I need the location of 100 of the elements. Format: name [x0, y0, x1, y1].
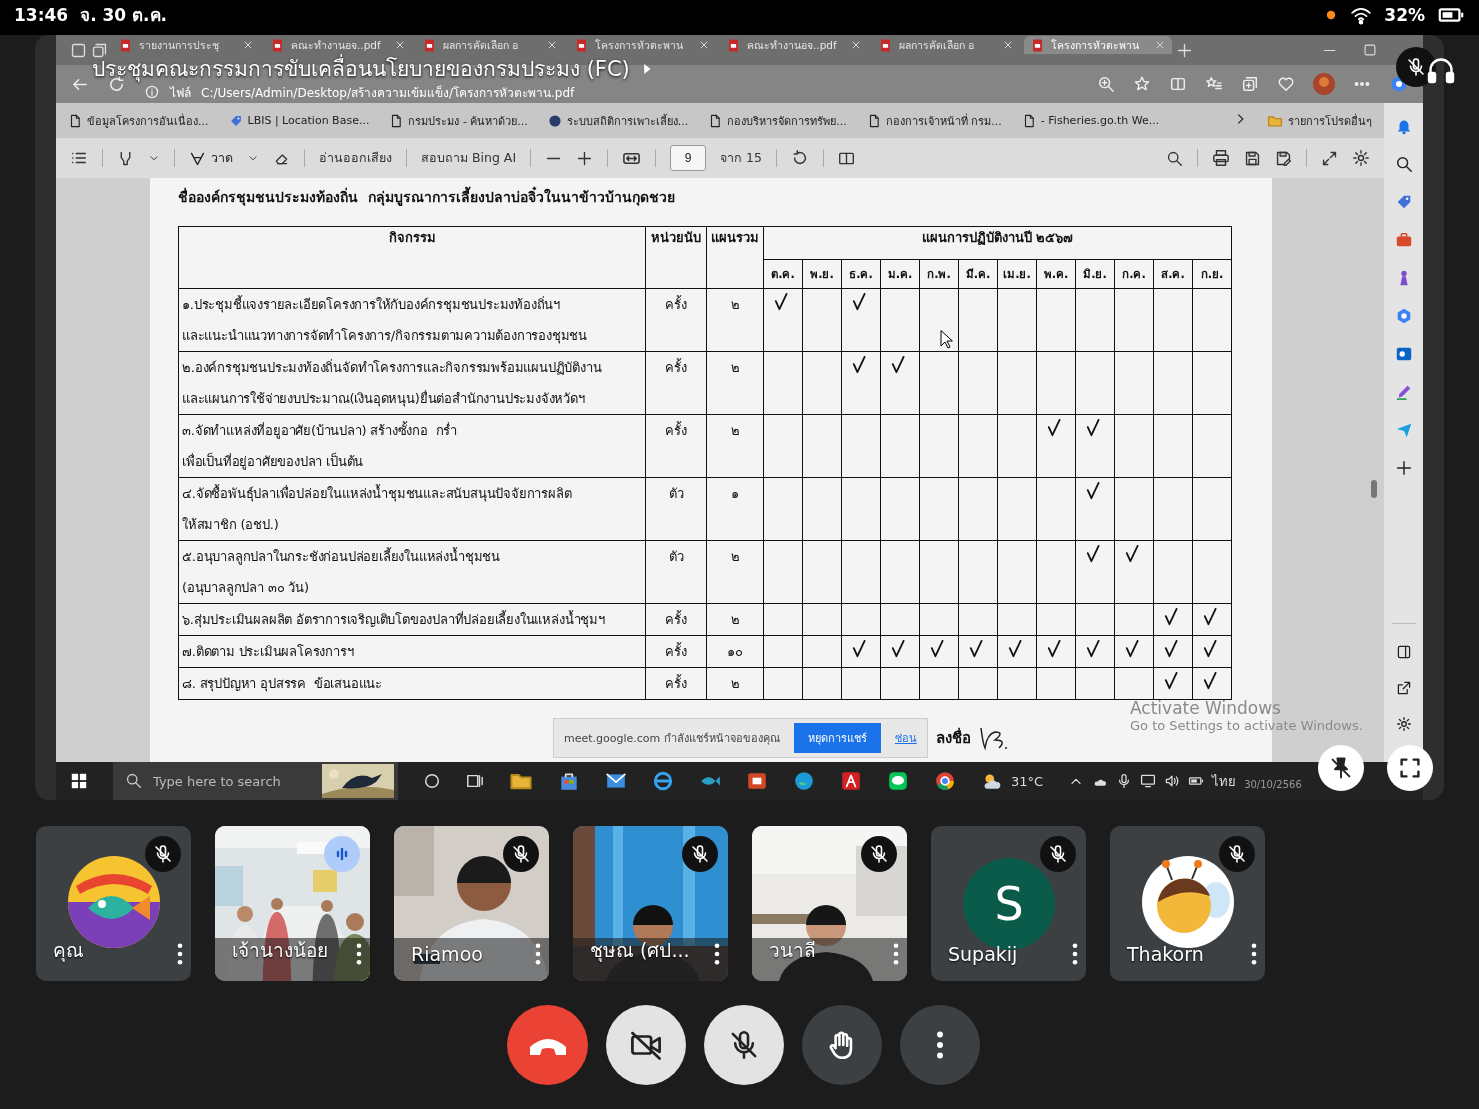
browser-tab[interactable]: ผลการคัดเลือก อ [872, 36, 1020, 54]
bookmark[interactable]: กรมประมง - ค้นหาด้วย... [389, 111, 528, 130]
browser-tab[interactable]: คณะทำงานอจ..pdf [264, 36, 412, 54]
participant-tile[interactable]: Riamoo [394, 826, 549, 981]
maximize-icon[interactable] [1363, 42, 1377, 57]
bookmark[interactable]: LBIS | Location Base... [228, 113, 370, 128]
external-link-icon[interactable] [1395, 680, 1412, 696]
acrobat-icon[interactable] [840, 770, 862, 792]
input-language[interactable]: ไทย [1212, 770, 1237, 792]
speaker-icon[interactable] [1164, 773, 1181, 789]
document-heading: ชื่อองค์กรชุมชนประมงท้องถิ่น กลุ่มบูรณาการเลี้ยงปลาบ่อจิ๋วในนาข้าวบ้านกุดชวย [178, 186, 1272, 212]
browser-tab[interactable]: ผลการคัดเลือก อ [416, 36, 564, 54]
pdf-file-icon [1030, 37, 1045, 53]
table-cell: ครั้ง [645, 288, 707, 352]
table-cell: ๑.ประชุมชี้แจงรายละเอียดโครงการให้กับองค์กรชุมชนประมงท้องถิ่นฯ และแนะนำแนวทางการจัดทำโครงการ/กิจกรรมตามความต้องการองชุมชน [178, 288, 646, 352]
table-cell: ๓.จัดทำแหล่งที่อยูอาศัย(บ้านปลา) สร้างซั้งกอ กร่ำ เพื่อเป็นที่อยู่อาศัยของปลา เป็นต้น [178, 414, 646, 478]
settings-icon[interactable] [1352, 149, 1370, 167]
more-options-icon[interactable] [356, 943, 362, 965]
bookmark[interactable]: กองการเจ้าหน้าที่ กรม... [866, 111, 1002, 130]
pdf-file-icon [270, 37, 285, 53]
bookmark[interactable]: กองบริหารจัดการทรัพย... [708, 111, 847, 130]
draw-button[interactable]: วาด [189, 148, 233, 168]
close-icon[interactable] [242, 39, 254, 51]
table-cell: ๔.จัดซื้อพันธุ์ปลาเพื่อปล่อยในแหล่งน้ำชุมชนและสนับสนุนปัจจัยการผลิต ให้สมาชิก (อชป.) [178, 477, 646, 541]
heart-icon[interactable] [1277, 75, 1295, 93]
rotate-icon[interactable] [791, 149, 809, 167]
fullscreen-icon[interactable] [1321, 149, 1338, 167]
pin-off-icon [1329, 756, 1353, 780]
column-header: ธ.ค. [841, 259, 881, 289]
browser-tab[interactable]: คณะทำงานอจ..pdf [720, 36, 868, 54]
scrollbar-thumb[interactable] [1371, 480, 1377, 498]
sidebar-panel-icon[interactable] [1395, 644, 1412, 660]
briefcase-icon[interactable] [1394, 231, 1413, 249]
participant-tile[interactable]: เจ้านางน้อย [215, 826, 370, 981]
plus-icon[interactable] [1394, 459, 1413, 477]
collections-icon[interactable] [1241, 75, 1259, 93]
participant-tile[interactable]: คุณ [36, 826, 191, 981]
ask-ai-button[interactable]: สอบถาม Bing AI [421, 148, 517, 168]
table-cell: ๗.ติดตาม ประเมินผลโครงการฯ [178, 635, 646, 668]
hide-link[interactable]: ซ่อน [894, 729, 917, 747]
table-cell: ครั้ง [645, 414, 707, 478]
close-icon[interactable] [546, 39, 558, 51]
settings-icon[interactable] [1395, 716, 1412, 732]
table-cell: ๑๐ [706, 635, 764, 668]
browser-tab[interactable]: โครงการหัวตะพาน [568, 36, 716, 54]
new-tab-icon[interactable] [1176, 41, 1193, 59]
mail-icon[interactable] [1394, 345, 1413, 363]
participant-tile[interactable]: S Supakij [931, 826, 1086, 981]
more-options-icon[interactable] [1072, 943, 1078, 965]
stop-sharing-button[interactable]: หยุดการแชร์ [793, 723, 881, 753]
taskbar-date[interactable]: 30/10/2566 [1244, 778, 1302, 792]
star-icon[interactable] [1133, 75, 1151, 93]
table-cell: ๒ [706, 288, 764, 352]
print-icon[interactable] [1212, 149, 1230, 167]
circle-icon[interactable] [423, 772, 441, 790]
page-number-field[interactable]: 9 [670, 145, 707, 171]
table-cell: ตัว [645, 540, 707, 604]
close-icon[interactable] [1002, 39, 1014, 51]
mic-off-icon [511, 844, 531, 864]
more-options-icon[interactable] [177, 943, 183, 965]
task-view-icon[interactable] [466, 772, 484, 790]
chrome-icon[interactable] [934, 770, 956, 792]
split-screen-icon[interactable] [1169, 75, 1187, 93]
save-as-icon[interactable] [1275, 149, 1292, 167]
participant-tile[interactable]: ชุษณ (ศป... [573, 826, 728, 981]
document-icon [389, 113, 404, 128]
column-header: ต.ค. [763, 259, 803, 289]
close-icon[interactable] [850, 39, 862, 51]
bookmark[interactable]: ระบบสถิติการเพาะเลี้ยง... [547, 111, 689, 130]
close-icon[interactable] [394, 39, 406, 51]
more-options-icon[interactable] [714, 943, 720, 965]
bookmark[interactable]: - Fisheries.go.th We... [1021, 113, 1160, 128]
search-icon[interactable] [1394, 155, 1413, 173]
search-icon[interactable] [1166, 149, 1183, 167]
meeting-title[interactable]: ประชุมคณะกรรมการขับเคลื่อนนโยบายของกรมประมง (FC) [92, 56, 630, 82]
info-icon[interactable] [144, 84, 160, 100]
headphones-icon[interactable] [1426, 55, 1456, 85]
table-cell: ครั้ง [645, 635, 707, 668]
pdf-file-icon [422, 37, 437, 53]
participant-tile[interactable]: วนาลี [752, 826, 907, 981]
participant-tile[interactable]: Thakorn [1110, 826, 1265, 981]
pen-icon[interactable] [1394, 383, 1413, 401]
zoom-in-icon[interactable] [576, 149, 594, 167]
search-icon [125, 772, 142, 789]
bookmark[interactable]: ข้อมูลโครงการอันเนื่อง... [68, 111, 209, 130]
read-aloud-button[interactable]: อ่านออกเสียง [319, 148, 392, 168]
workspaces-icon[interactable] [70, 41, 87, 59]
close-icon[interactable] [698, 39, 710, 51]
column-header: หน่วยนับ [645, 226, 707, 289]
more-options-icon[interactable] [1251, 943, 1257, 965]
chat-icon[interactable] [887, 770, 909, 792]
save-icon[interactable] [1244, 149, 1261, 167]
windows-logo-icon[interactable] [70, 772, 88, 790]
bookmark-folder[interactable]: รายการโปรดอื่นๆ [1267, 111, 1372, 130]
slides-icon[interactable] [746, 770, 768, 792]
address-url[interactable]: C:/Users/Admin/Desktop/สร้างความเข้มแข็ง/โครงการหัวตะพาน.pdf [201, 82, 575, 102]
temperature[interactable]: 31°C [1011, 773, 1044, 789]
monitor-icon[interactable] [1140, 773, 1157, 789]
browser-tab[interactable]: รายงานการประชุ [112, 36, 260, 54]
fullscreen-icon [1398, 756, 1422, 780]
